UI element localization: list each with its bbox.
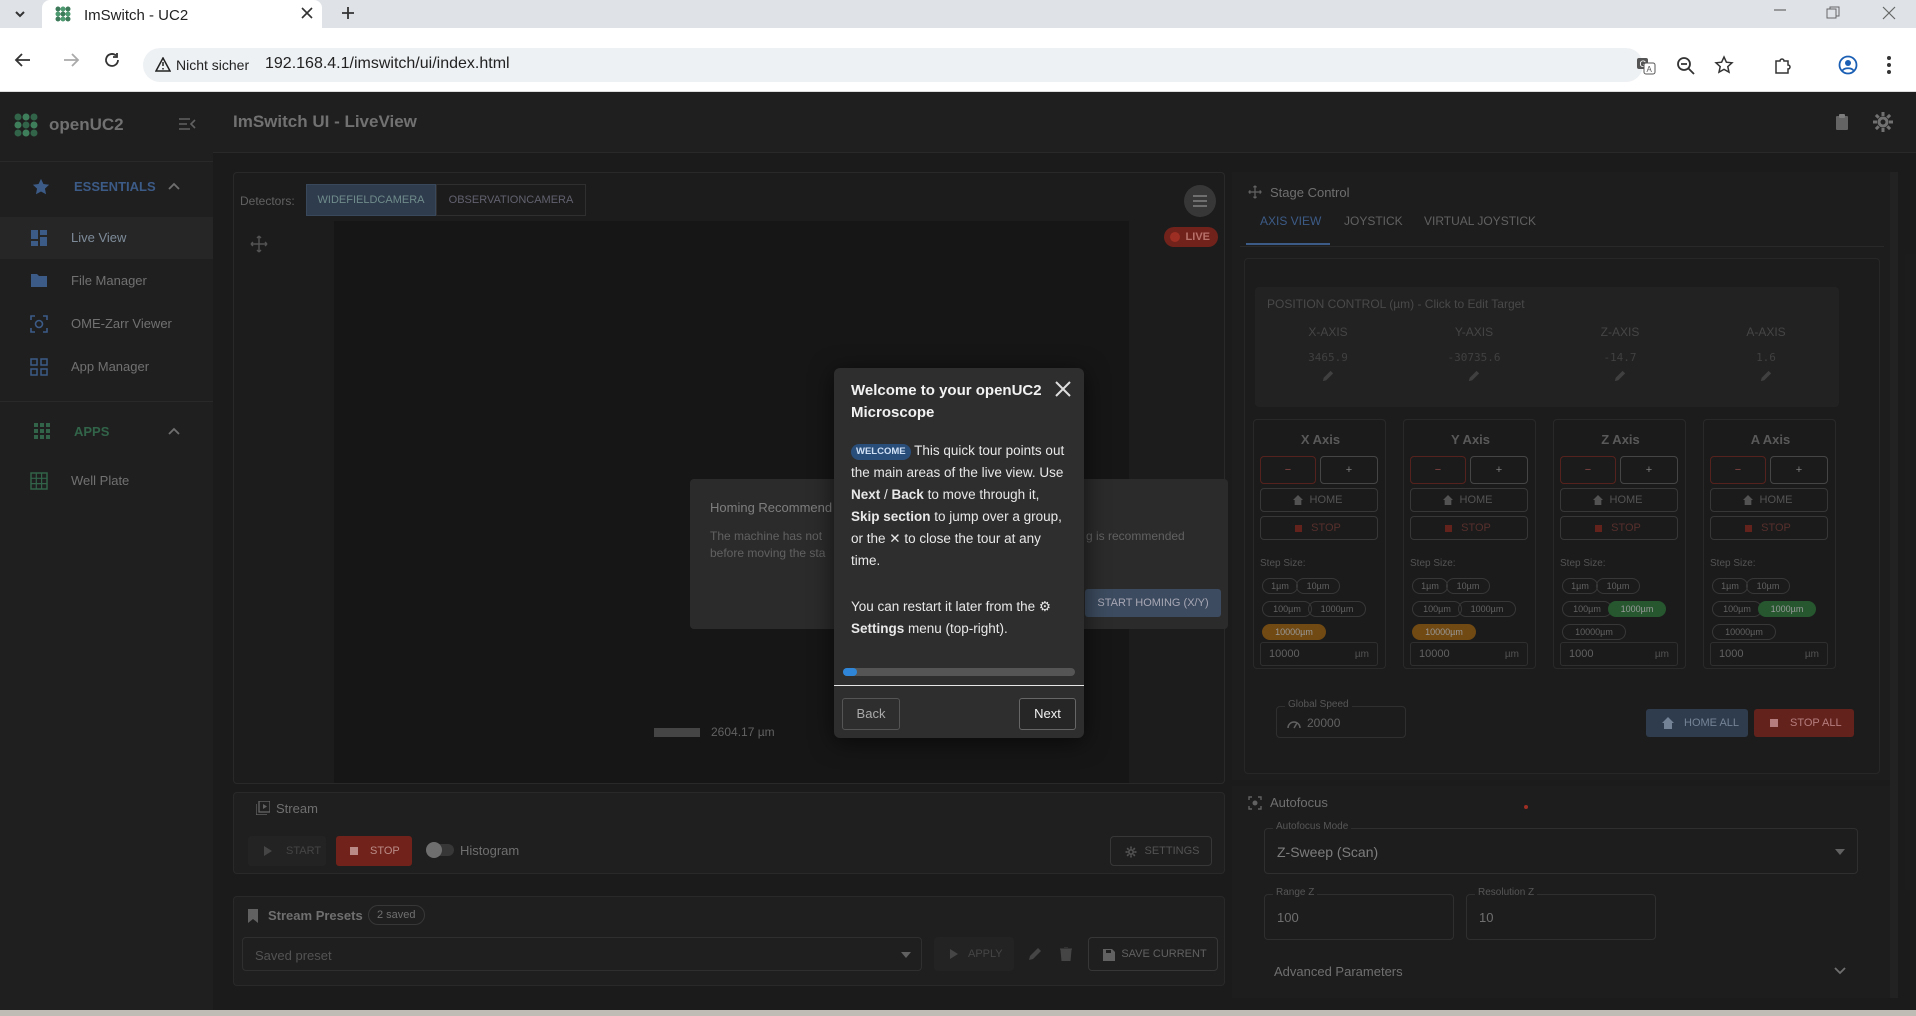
- forward-arrow-icon[interactable]: [62, 52, 80, 68]
- close-tour-icon[interactable]: [1054, 380, 1072, 398]
- close-x-icon: ✕: [889, 531, 901, 546]
- restore-icon[interactable]: [1826, 6, 1840, 20]
- browser-tab[interactable]: ImSwitch - UC2: [42, 0, 322, 28]
- browser-menu-icon[interactable]: [1886, 55, 1892, 75]
- close-window-icon[interactable]: [1882, 6, 1896, 20]
- reload-icon[interactable]: [103, 51, 121, 69]
- welcome-badge: WELCOME: [851, 444, 911, 460]
- tour-next-button[interactable]: Next: [1019, 698, 1076, 730]
- url-text[interactable]: 192.168.4.1/imswitch/ui/index.html: [265, 55, 510, 73]
- extensions-icon[interactable]: [1773, 55, 1793, 75]
- zoom-icon[interactable]: [1676, 56, 1696, 76]
- tour-progress-fill: [843, 668, 857, 676]
- bookmark-star-icon[interactable]: [1714, 55, 1734, 75]
- minimize-icon[interactable]: [1772, 2, 1788, 18]
- tour-restart-text: You can restart it later from the ⚙ Sett…: [851, 599, 1051, 636]
- translate-icon[interactable]: GA: [1636, 56, 1656, 76]
- new-tab-icon[interactable]: [340, 5, 356, 21]
- security-label[interactable]: Nicht sicher: [176, 57, 249, 73]
- tour-dialog: Welcome to your openUC2 Microscope WELCO…: [834, 368, 1084, 738]
- warning-triangle-icon: [155, 57, 171, 72]
- tour-back-button[interactable]: Back: [842, 698, 900, 730]
- browser-tab-strip: ImSwitch - UC2: [0, 0, 1916, 28]
- address-bar[interactable]: Nicht sicher 192.168.4.1/imswitch/ui/ind…: [143, 48, 1643, 82]
- svg-text:A: A: [1647, 65, 1653, 74]
- tab-list-chevron-icon[interactable]: [12, 6, 28, 22]
- gear-icon: ⚙: [1038, 599, 1051, 614]
- tab-title: ImSwitch - UC2: [84, 7, 189, 24]
- uc2-favicon-icon: [54, 5, 72, 23]
- close-tab-icon[interactable]: [300, 6, 314, 20]
- tour-body-text: WELCOME This quick tour points out the m…: [851, 443, 1065, 568]
- tour-progress-track: [843, 668, 1075, 676]
- tour-title: Welcome to your openUC2 Microscope: [851, 382, 1042, 421]
- profile-icon[interactable]: [1838, 55, 1858, 75]
- back-arrow-icon[interactable]: [14, 52, 32, 68]
